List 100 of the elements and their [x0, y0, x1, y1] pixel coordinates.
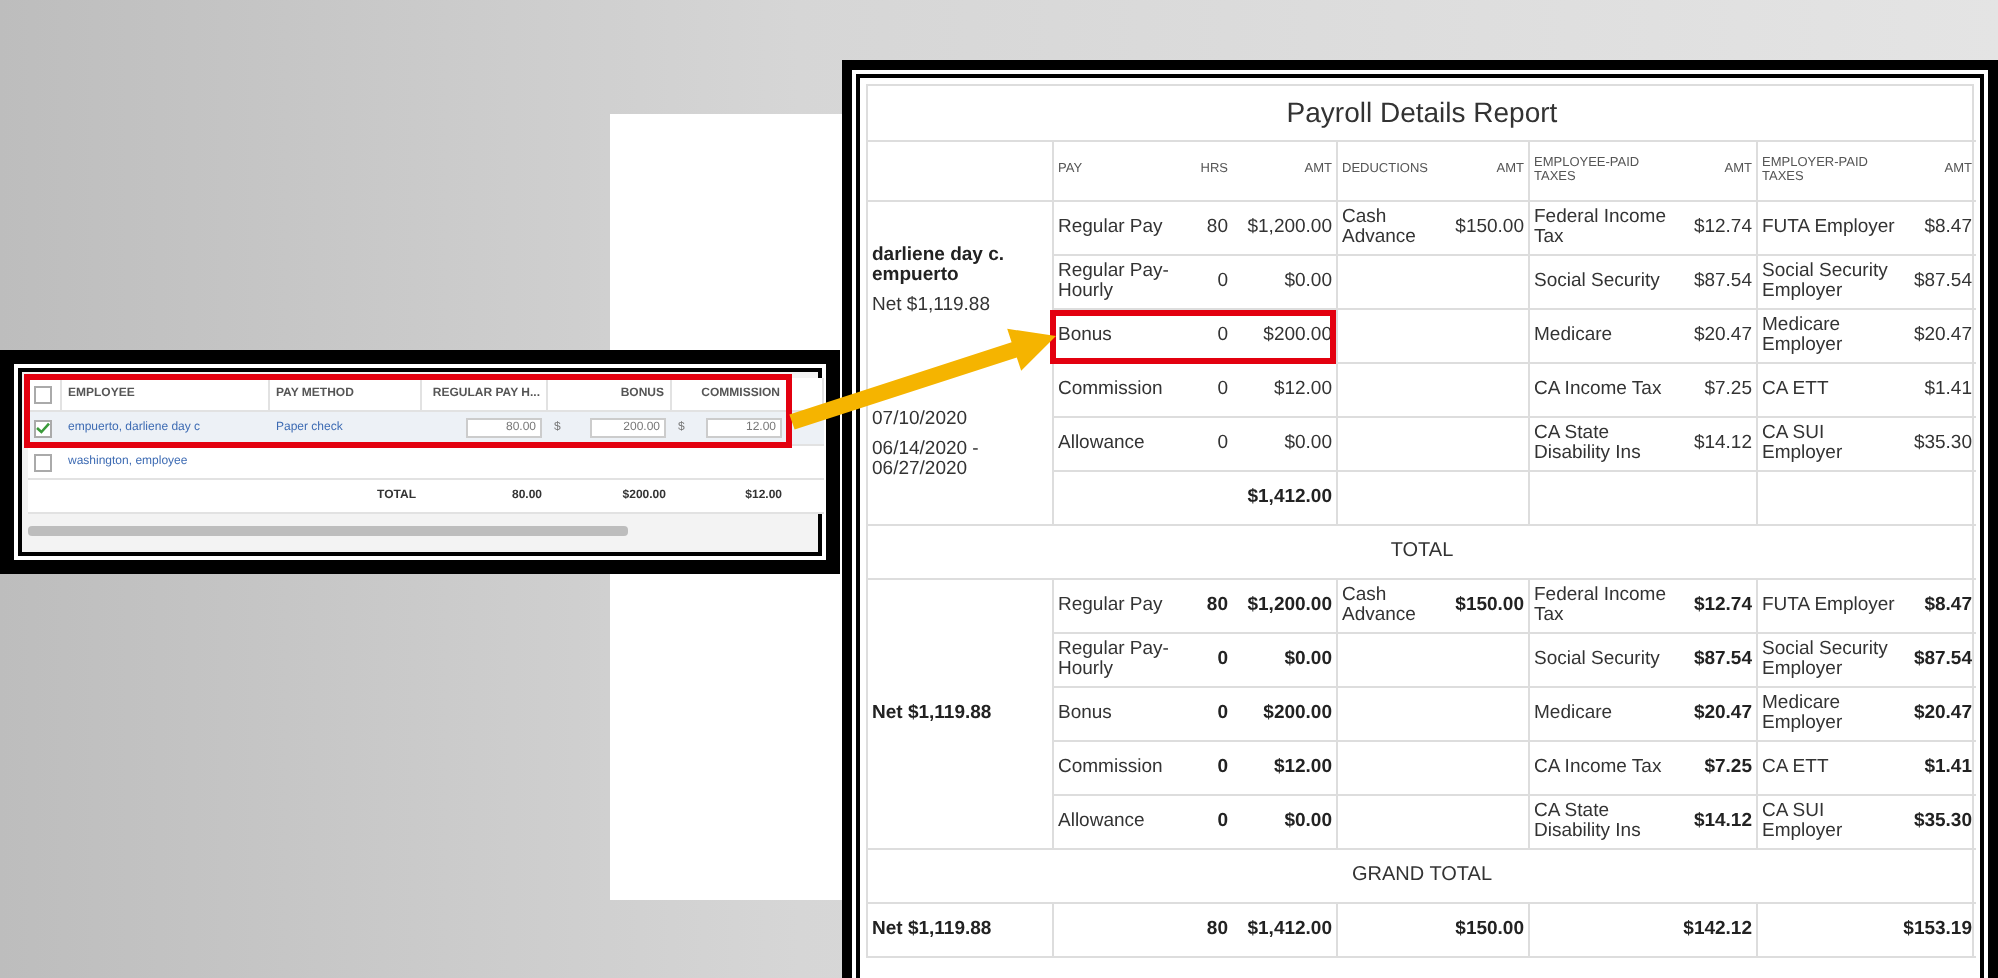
tax-name: CA SUI Employer: [1756, 796, 1900, 850]
hours-value: 0: [1188, 796, 1232, 850]
empty-cell: [1336, 796, 1444, 850]
amount-value: $0.00: [1232, 796, 1336, 850]
pay-type: Regular Pay: [1052, 202, 1188, 256]
tax-name: Medicare Employer: [1756, 688, 1900, 742]
amount-value: $20.47: [1676, 310, 1756, 364]
empty-cell: [1756, 472, 1900, 526]
hours-value: 0: [1188, 634, 1232, 688]
pay-total: $1,412.00: [1232, 472, 1336, 526]
amount-value: $14.12: [1676, 796, 1756, 850]
employee-detail: 06/14/2020 - 06/27/2020: [872, 439, 981, 480]
hours-value: 0: [1188, 742, 1232, 796]
total-value: $150.00: [1444, 904, 1528, 958]
amount-value: $8.47: [1900, 580, 1976, 634]
amount-value: $20.47: [1900, 310, 1976, 364]
hours-value: 0: [1188, 256, 1232, 310]
hours-value: 0: [1188, 688, 1232, 742]
tax-name: Social Security Employer: [1756, 256, 1900, 310]
checkbox[interactable]: [34, 385, 52, 403]
checkbox[interactable]: [34, 453, 52, 471]
amount-value: $12.74: [1676, 202, 1756, 256]
tax-name: CA ETT: [1756, 742, 1900, 796]
empty-cell: [1336, 256, 1444, 310]
tax-name: CA State Disability Ins: [1528, 418, 1676, 472]
employee-detail: Net $1,119.88: [872, 296, 990, 316]
amount-value: $12.00: [1232, 364, 1336, 418]
empty-cell: [1336, 634, 1444, 688]
amount-value: $35.30: [1900, 418, 1976, 472]
amount-value: $7.25: [1676, 742, 1756, 796]
empty-cell: [1336, 742, 1444, 796]
amount-value: $87.54: [1900, 256, 1976, 310]
amount-value: $1,200.00: [1232, 580, 1336, 634]
amount-value: $200.00: [1232, 688, 1336, 742]
checkbox[interactable]: [34, 419, 52, 437]
section-label: TOTAL: [868, 526, 1976, 580]
hours-value: 0: [1188, 310, 1232, 364]
amount-value: $0.00: [1232, 256, 1336, 310]
pay-type: Regular Pay-Hourly: [1052, 634, 1188, 688]
pay-type: Allowance: [1052, 418, 1188, 472]
deduction-name: Cash Advance: [1336, 202, 1444, 256]
amount-value: $1.41: [1900, 364, 1976, 418]
deduction-name: Cash Advance: [1336, 580, 1444, 634]
amount-value: $0.00: [1232, 418, 1336, 472]
empty-cell: [1336, 472, 1444, 526]
hours-value: 0: [1188, 418, 1232, 472]
amount-value: $14.12: [1676, 418, 1756, 472]
amount-value: $87.54: [1676, 256, 1756, 310]
pay-type: Commission: [1052, 742, 1188, 796]
empty-cell: [1052, 904, 1188, 958]
employee-name: darliene day c. empuerto: [872, 246, 1007, 287]
amount-value: $20.47: [1676, 688, 1756, 742]
empty-cell: [1756, 904, 1900, 958]
amount-value: $150.00: [1444, 580, 1528, 634]
tax-name: CA SUI Employer: [1756, 418, 1900, 472]
report-title: Payroll Details Report: [868, 86, 1976, 142]
section-label: GRAND TOTAL: [868, 850, 1976, 904]
total-value: 80: [1188, 904, 1232, 958]
net-pay: Net $1,119.88: [868, 580, 1052, 850]
empty-cell: [1336, 310, 1444, 364]
amount-value: $0.00: [1232, 634, 1336, 688]
employee-detail: 07/10/2020: [872, 410, 968, 430]
amount-value: $12.74: [1676, 580, 1756, 634]
pay-type: Regular Pay: [1052, 580, 1188, 634]
empty-cell: [1336, 364, 1444, 418]
tax-name: Federal Income Tax: [1528, 202, 1676, 256]
tax-name: CA ETT: [1756, 364, 1900, 418]
tax-name: CA State Disability Ins: [1528, 796, 1676, 850]
tax-name: Medicare: [1528, 310, 1676, 364]
amount-value: $87.54: [1676, 634, 1756, 688]
tax-name: FUTA Employer: [1756, 202, 1900, 256]
amount-value: $200.00: [1232, 310, 1336, 364]
net-pay: Net $1,119.88: [868, 904, 1052, 958]
tax-name: CA Income Tax: [1528, 742, 1676, 796]
tax-name: Social Security Employer: [1756, 634, 1900, 688]
pay-type: Bonus: [1052, 688, 1188, 742]
empty-cell: [1336, 688, 1444, 742]
pay-type: Commission: [1052, 364, 1188, 418]
scrollbar[interactable]: [28, 526, 628, 536]
amount-value: $7.25: [1676, 364, 1756, 418]
tax-name: Social Security: [1528, 634, 1676, 688]
hours-value: 80: [1188, 580, 1232, 634]
hours-value: 80: [1188, 202, 1232, 256]
tax-name: Medicare: [1528, 688, 1676, 742]
amount-value: $87.54: [1900, 634, 1976, 688]
tax-name: Medicare Employer: [1756, 310, 1900, 364]
pay-type: Regular Pay-Hourly: [1052, 256, 1188, 310]
amount-value: $1.41: [1900, 742, 1976, 796]
hours-value: 0: [1188, 364, 1232, 418]
pay-type: Allowance: [1052, 796, 1188, 850]
total-value: $142.12: [1676, 904, 1756, 958]
total-value: $1,412.00: [1232, 904, 1336, 958]
amount-value: $35.30: [1900, 796, 1976, 850]
amount-value: $150.00: [1444, 202, 1528, 256]
empty-cell: [1336, 418, 1444, 472]
total-value: $153.19: [1900, 904, 1976, 958]
tax-name: Federal Income Tax: [1528, 580, 1676, 634]
amount-value: $8.47: [1900, 202, 1976, 256]
amount-value: $20.47: [1900, 688, 1976, 742]
tax-name: FUTA Employer: [1756, 580, 1900, 634]
